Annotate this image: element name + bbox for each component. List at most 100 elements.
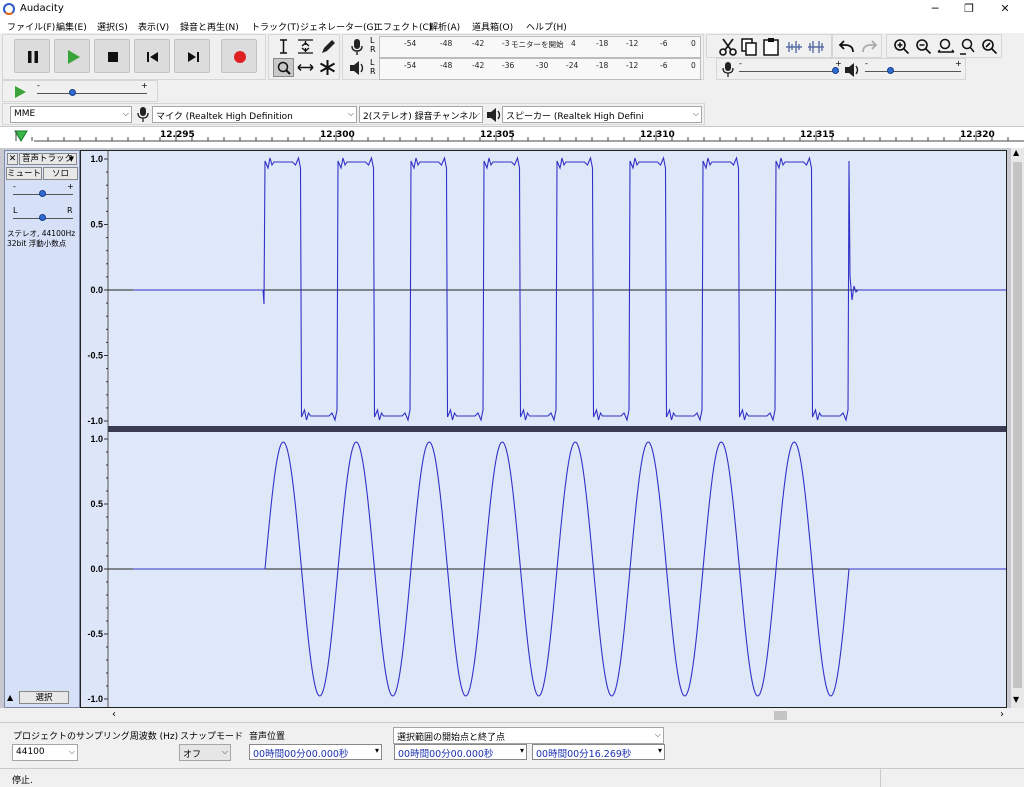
select-track-button[interactable]: 選択: [19, 691, 69, 704]
mute-button[interactable]: ミュート: [6, 167, 42, 180]
redo-icon[interactable]: [859, 37, 879, 57]
play-button[interactable]: [54, 39, 90, 73]
draw-tool[interactable]: [317, 37, 338, 56]
project-rate-select[interactable]: 44100 ⌵: [12, 744, 78, 761]
pan-left-label: L: [13, 206, 18, 215]
edit-toolbar: [706, 34, 832, 58]
selection-end-field[interactable]: 00時間00分16.269秒 ▾: [532, 744, 665, 760]
record-button[interactable]: [221, 39, 257, 73]
zoom-out-icon[interactable]: [914, 37, 934, 57]
fit-selection-icon[interactable]: [936, 37, 956, 57]
menu-view[interactable]: 表示(V): [138, 20, 169, 33]
scroll-left-icon[interactable]: ‹: [112, 709, 116, 720]
menu-analyze[interactable]: 解析(A): [429, 20, 460, 33]
undo-toolbar: [832, 34, 882, 58]
menu-select[interactable]: 選択(S): [97, 20, 128, 33]
play-volume-knob[interactable]: [887, 67, 894, 74]
undo-icon[interactable]: [837, 37, 857, 57]
snap-mode-select[interactable]: オフ ⌵: [179, 744, 231, 761]
track-menu-button[interactable]: 音声トラック ▼: [19, 153, 77, 165]
waveform-display[interactable]: 1.0 0.5 0.0 -0.5 -1.0 1.0 0.5 0.0 -0.5 -1.0: [80, 150, 1007, 708]
play-icon: [68, 50, 80, 64]
timeline-ruler[interactable]: 12.295 12.300 12.305 12.310 12.315 12.32…: [0, 126, 1024, 148]
menu-tracks[interactable]: トラック(T): [251, 20, 300, 33]
record-volume-slider[interactable]: [739, 71, 839, 72]
record-volume-knob[interactable]: [832, 67, 839, 74]
pencil-icon: [322, 40, 335, 53]
collapse-track-icon[interactable]: ▲: [7, 693, 13, 702]
minimize-button[interactable]: ─: [918, 0, 952, 18]
time-shift-tool[interactable]: [295, 58, 316, 77]
menu-transport[interactable]: 録音と再生(N): [180, 20, 239, 33]
snap-mode-value: オフ: [183, 750, 202, 760]
recording-channels-select[interactable]: 2(ステレオ) 録音チャンネル ⌵: [359, 106, 483, 123]
vertical-scroll-thumb[interactable]: [1013, 162, 1022, 688]
multi-tool[interactable]: [317, 58, 338, 77]
restore-button[interactable]: ❐: [952, 0, 986, 18]
menu-bar: ファイル(F) 編集(E) 選択(S) 表示(V) 録音と再生(N) トラック(…: [0, 18, 1024, 33]
playback-device-select[interactable]: スピーカー (Realtek High Defini ⌵: [502, 106, 702, 123]
close-window-button[interactable]: ✕: [988, 0, 1022, 18]
start-monitoring-label[interactable]: モニターを開始: [511, 39, 564, 50]
paste-icon[interactable]: [761, 37, 781, 57]
microphone-icon[interactable]: [349, 38, 365, 56]
tools-toolbar: [268, 34, 340, 80]
zoom-tool[interactable]: [273, 58, 294, 77]
selection-start-field[interactable]: 00時間00分00.000秒 ▾: [394, 744, 527, 760]
window-title: Audacity: [20, 3, 64, 14]
meter-tick: -6: [660, 61, 668, 70]
selection-mode-select[interactable]: 選択範囲の開始点と終了点 ⌵: [393, 727, 664, 744]
record-volume-minus: -: [739, 59, 742, 68]
speed-slider[interactable]: [37, 93, 147, 94]
selection-tool[interactable]: [273, 37, 294, 56]
pause-button[interactable]: [14, 39, 50, 73]
fit-project-icon[interactable]: [958, 37, 978, 57]
scroll-up-icon[interactable]: ▲: [1013, 148, 1019, 157]
envelope-tool[interactable]: [295, 37, 316, 56]
horizontal-scrollbar[interactable]: ‹ ›: [108, 709, 1011, 721]
cut-icon[interactable]: [718, 37, 738, 57]
copy-icon[interactable]: [739, 37, 759, 57]
speed-knob[interactable]: [69, 89, 76, 96]
play-volume-minus: -: [865, 59, 868, 68]
zoom-tool-icon: [277, 61, 291, 75]
audacity-logo-icon: [3, 3, 15, 15]
record-meter-channel-r: R: [370, 45, 376, 54]
menu-file[interactable]: ファイル(F): [7, 20, 55, 33]
menu-tools[interactable]: 道具箱(O): [472, 20, 513, 33]
solo-button[interactable]: ソロ: [43, 167, 78, 180]
record-meter[interactable]: -54 -48 -42 -3 モニターを開始 4 -18 -12 -6 0: [379, 36, 701, 58]
play-at-speed-toolbar: - +: [2, 80, 158, 102]
trim-audio-icon[interactable]: [784, 37, 804, 57]
menu-effect[interactable]: エフェクト(C): [374, 20, 432, 33]
menu-generate[interactable]: ジェネレーター(G): [300, 20, 377, 33]
audio-position-field[interactable]: 00時間00分00.000秒 ▾: [249, 744, 382, 760]
menu-help[interactable]: ヘルプ(H): [526, 20, 567, 33]
recording-device-select[interactable]: マイク (Realtek High Definition ⌵: [152, 106, 357, 123]
menu-edit[interactable]: 編集(E): [56, 20, 87, 33]
zoom-in-icon[interactable]: [892, 37, 912, 57]
meter-tick: -24: [566, 61, 579, 70]
zoom-toggle-icon[interactable]: [980, 37, 1000, 57]
pan-knob[interactable]: [39, 214, 46, 221]
stop-button[interactable]: [94, 39, 130, 73]
vertical-scrollbar[interactable]: ▲ ▼: [1011, 148, 1024, 708]
gain-knob[interactable]: [39, 190, 46, 197]
meter-tick: -54: [404, 61, 417, 70]
playback-meter[interactable]: -54 -48 -42 -36 -30 -24 -18 -12 -6 0: [379, 58, 701, 80]
scroll-down-icon[interactable]: ▼: [1013, 695, 1019, 704]
close-track-button[interactable]: ✕: [7, 153, 18, 165]
skip-to-end-button[interactable]: [174, 39, 210, 73]
host-select[interactable]: MME ⌵: [10, 106, 132, 123]
silence-audio-icon[interactable]: [806, 37, 826, 57]
speaker-icon[interactable]: [348, 60, 366, 76]
gain-plus: +: [67, 182, 74, 191]
play-at-speed-icon[interactable]: [12, 84, 28, 100]
skip-to-start-button[interactable]: [134, 39, 170, 73]
scroll-right-icon[interactable]: ›: [1000, 709, 1004, 720]
meter-tick: -18: [596, 39, 609, 48]
speed-plus: +: [141, 81, 148, 90]
horizontal-scroll-thumb[interactable]: [774, 711, 787, 720]
play-volume-slider[interactable]: [865, 71, 961, 72]
waveform-canvas: 1.0 0.5 0.0 -0.5 -1.0 1.0 0.5 0.0 -0.5 -1.0: [81, 151, 1006, 707]
